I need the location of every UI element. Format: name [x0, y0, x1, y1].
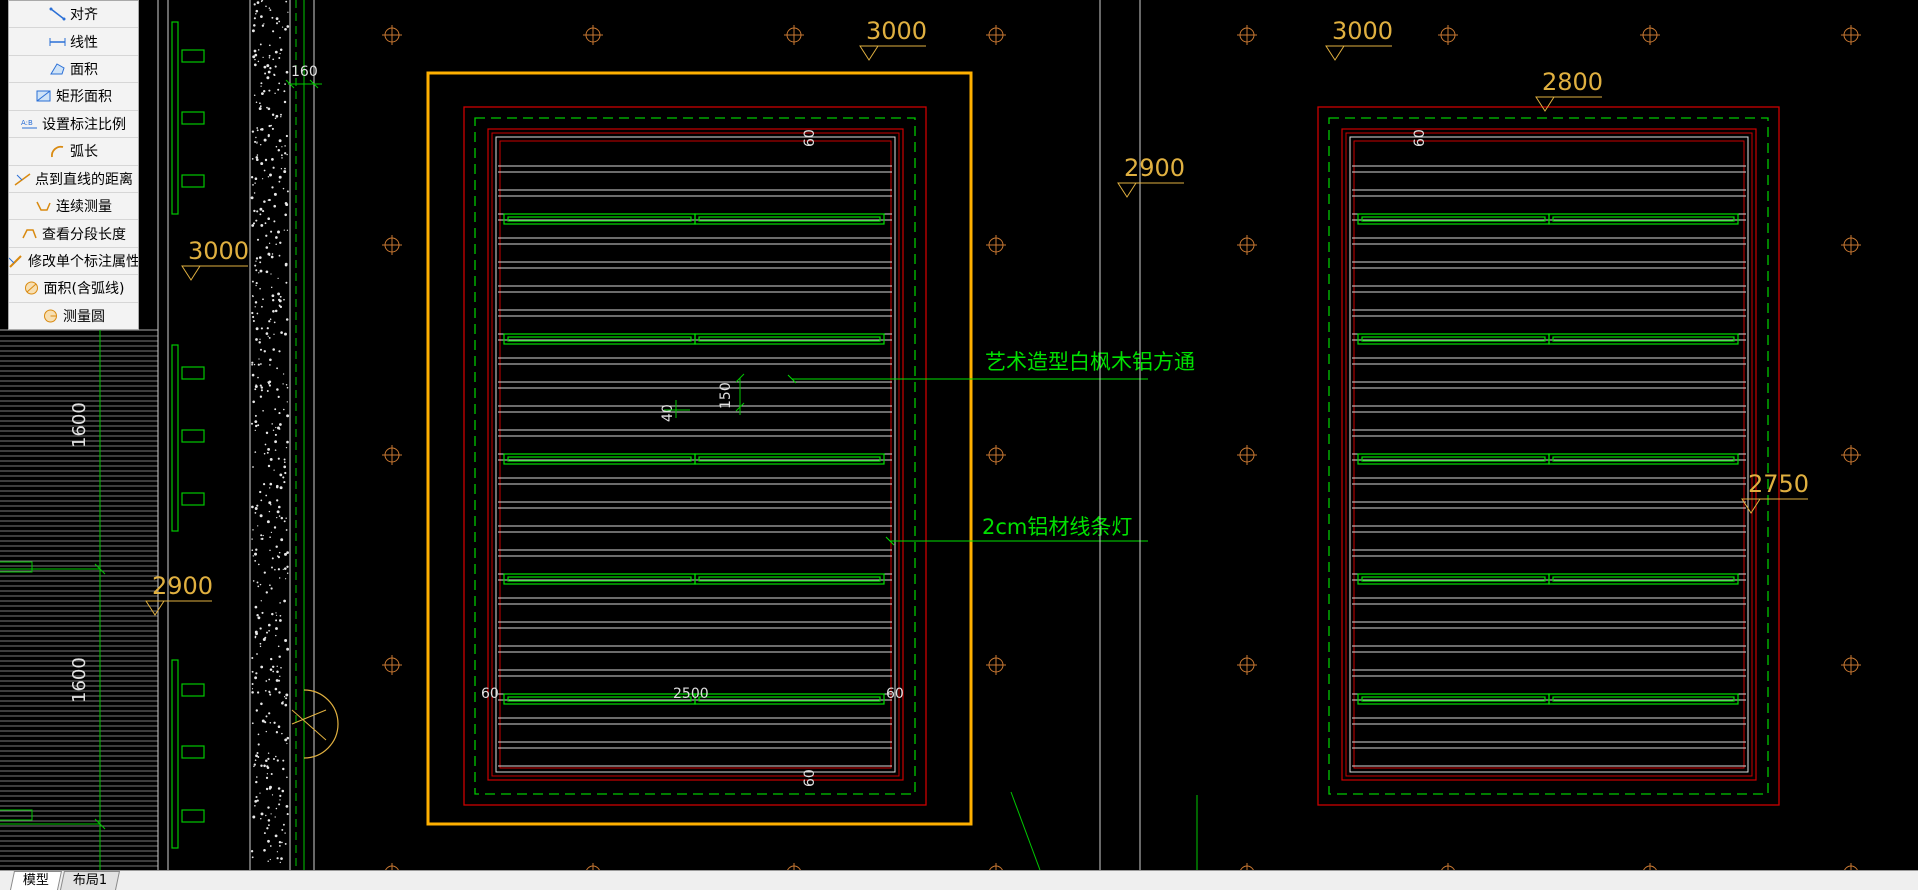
tool-point-to-line-distance[interactable]: 点到直线的距离 — [9, 166, 138, 193]
dimension-40: 40 — [660, 404, 676, 422]
area-with-arc-icon — [23, 281, 40, 295]
strip-light-annotation: 2cm铝材线条灯 — [982, 515, 1132, 539]
linear-dimension-icon — [49, 35, 66, 49]
continuous-measure-icon — [35, 199, 52, 213]
svg-text:3000: 3000 — [866, 17, 927, 45]
level-mark-2800: 2800 — [1535, 68, 1603, 112]
wall-light-fixtures — [171, 21, 205, 849]
dimension-160: 160 — [291, 64, 318, 80]
dimension-150: 150 — [718, 382, 734, 409]
svg-text:A:B: A:B — [21, 119, 33, 127]
right-strip-lights — [1357, 213, 1739, 705]
column-grid-markers — [382, 25, 1861, 870]
left-aluminum-slats — [498, 165, 892, 773]
dimension-1600-top: 1600 — [69, 402, 90, 448]
dimension-60-bottom-left: 60 — [802, 769, 818, 787]
level-mark-3000-top-left: 3000 — [859, 17, 927, 61]
tool-continuous-measure[interactable]: 连续测量 — [9, 193, 138, 221]
svg-text:2800: 2800 — [1542, 68, 1603, 96]
tab-layout-1[interactable]: 布局1 — [59, 871, 121, 890]
tool-align-dimension[interactable]: 对齐 — [9, 1, 138, 29]
dimension-60-right: 60 — [886, 686, 904, 702]
dimension-2500: 2500 — [673, 686, 709, 702]
dimension-1600-bottom: 1600 — [69, 657, 90, 703]
svg-text:2900: 2900 — [1124, 154, 1185, 182]
concrete-wall-hatch — [250, 0, 290, 864]
dimension-60-left: 60 — [481, 686, 499, 702]
right-aluminum-slats — [1352, 165, 1746, 773]
layout-tab-bar: 模型 布局1 — [0, 870, 1918, 890]
level-mark-2900-center: 2900 — [1117, 154, 1185, 198]
tool-measure-circle[interactable]: 测量圆 — [9, 303, 138, 329]
area-icon — [49, 62, 66, 76]
level-mark-3000-top-right: 3000 — [1325, 17, 1393, 61]
svg-text:3000: 3000 — [1332, 17, 1393, 45]
left-strip-lights — [503, 213, 885, 705]
svg-text:2900: 2900 — [152, 572, 213, 600]
point-to-line-distance-icon — [14, 172, 31, 186]
segment-length-icon — [21, 227, 38, 241]
svg-text:3000: 3000 — [188, 237, 249, 265]
aluminum-tube-annotation: 艺术造型白枫木铝方通 — [985, 350, 1195, 374]
tool-arc-length[interactable]: 弧长 — [9, 138, 138, 166]
rectangle-area-icon — [35, 89, 52, 103]
cad-drawing-canvas[interactable]: 1600 1600 160 60 60 60 60 2500 150 40 艺术… — [0, 0, 1918, 870]
tool-segment-length[interactable]: 查看分段长度 — [9, 220, 138, 248]
tool-annotation-scale[interactable]: A:B 设置标注比例 — [9, 111, 138, 139]
arc-length-icon — [49, 144, 66, 158]
tool-area-with-arc[interactable]: 面积(含弧线) — [9, 275, 138, 303]
level-mark-2900-left: 2900 — [145, 572, 213, 616]
annotation-scale-icon: A:B — [21, 117, 38, 131]
tool-rectangle-area[interactable]: 矩形面积 — [9, 83, 138, 111]
tool-linear-dimension[interactable]: 线性 — [9, 28, 138, 56]
dimension-60-top-right: 60 — [1412, 129, 1428, 147]
level-mark-3000-left: 3000 — [181, 237, 249, 281]
measurement-tool-panel: 对齐 线性 面积 矩形面积 A:B 设置标注比例 弧长 点到直线的距离 连续测量 … — [8, 0, 139, 330]
measure-circle-icon — [42, 309, 59, 323]
door-swing-arc — [303, 689, 339, 759]
tool-edit-annotation[interactable]: 修改单个标注属性 — [9, 248, 138, 276]
selected-ceiling-outline[interactable] — [426, 71, 973, 826]
svg-text:2750: 2750 — [1748, 470, 1809, 498]
tool-area[interactable]: 面积 — [9, 56, 138, 84]
tab-model[interactable]: 模型 — [9, 871, 63, 890]
align-dimension-icon — [49, 7, 66, 21]
dimension-60-top-left: 60 — [802, 129, 818, 147]
edit-annotation-icon — [9, 254, 24, 268]
